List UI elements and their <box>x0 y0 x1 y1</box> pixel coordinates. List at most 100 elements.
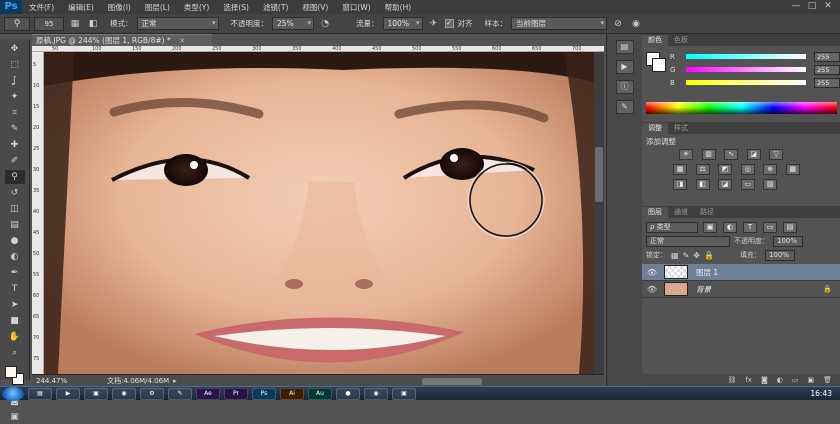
gradient-icon[interactable]: ▤ <box>5 218 25 232</box>
horizontal-scroll-thumb[interactable] <box>422 378 482 385</box>
mode-select[interactable]: 正常 <box>136 17 219 30</box>
taskbar-browser[interactable]: ◉ <box>112 387 136 400</box>
fill-input[interactable]: 100% <box>764 249 795 261</box>
slider-blue[interactable]: B 255 <box>666 76 840 89</box>
zoom-icon[interactable]: ⌕ <box>5 346 25 360</box>
black-white-icon[interactable]: ◩ <box>718 164 733 175</box>
brush-panel-icon[interactable]: ▦ <box>68 17 82 31</box>
invert-icon[interactable]: ◨ <box>673 179 687 190</box>
shape-icon[interactable]: ■ <box>5 314 25 328</box>
tab-adjustments[interactable]: 调整 <box>642 123 668 134</box>
flow-input[interactable]: 100% <box>382 17 423 30</box>
selective-color-icon[interactable]: ▨ <box>763 179 778 190</box>
taskbar-app-au[interactable]: Au <box>308 387 332 400</box>
threshold-icon[interactable]: ◪ <box>718 179 733 190</box>
new-adjustment-icon[interactable]: ◐ <box>777 374 783 386</box>
tab-styles[interactable]: 样式 <box>668 123 694 134</box>
status-menu-icon[interactable]: ▸ <box>173 377 177 385</box>
panel-bg-swatch[interactable] <box>652 58 666 72</box>
slider-green-value[interactable]: 255 <box>814 64 840 75</box>
lock-image-icon[interactable]: ✎ <box>683 251 690 260</box>
brush-panel-icon[interactable]: ✎ <box>615 100 634 114</box>
lock-all-icon[interactable]: 🔒 <box>704 251 714 260</box>
visibility-eye-icon[interactable]: 👁 <box>646 285 658 294</box>
layer-filter-select[interactable]: ρ 类型 <box>646 221 698 233</box>
menu-help[interactable]: 帮助(H) <box>378 2 419 13</box>
magic-wand-icon[interactable]: ✦ <box>5 90 25 104</box>
brush-icon[interactable]: ✐ <box>5 154 25 168</box>
layer-opacity-input[interactable]: 100% <box>773 235 803 247</box>
ignore-adjustment-icon[interactable]: ⊘ <box>611 17 625 31</box>
menu-edit[interactable]: 编辑(E) <box>61 2 101 13</box>
taskbar-explorer[interactable]: ▤ <box>28 387 52 400</box>
clone-source-icon[interactable]: ◧ <box>86 17 100 31</box>
zoom-level[interactable]: 244.47% <box>36 377 67 385</box>
new-layer-icon[interactable]: ▣ <box>807 374 814 386</box>
channel-mixer-icon[interactable]: ⊕ <box>763 164 778 175</box>
blend-mode-select[interactable]: 正常 <box>646 235 730 247</box>
new-group-icon[interactable]: ▭ <box>792 374 799 386</box>
menu-type[interactable]: 类型(Y) <box>177 2 216 13</box>
screen-mode-icon[interactable]: ▣ <box>5 410 25 424</box>
menu-window[interactable]: 窗口(W) <box>335 2 377 13</box>
menu-select[interactable]: 选择(S) <box>216 2 256 13</box>
history-panel-icon[interactable]: ▤ <box>615 40 634 54</box>
layer-row-layer1[interactable]: 👁 图层 1 <box>642 264 840 281</box>
dodge-icon[interactable]: ◐ <box>5 250 25 264</box>
tab-swatches[interactable]: 色板 <box>668 35 694 46</box>
hand-icon[interactable]: ✋ <box>5 330 25 344</box>
type-icon[interactable]: T <box>5 282 25 296</box>
brush-preset-picker[interactable]: 95 <box>34 16 64 31</box>
eraser-icon[interactable]: ◫ <box>5 202 25 216</box>
crop-icon[interactable]: ⌗ <box>5 106 25 120</box>
foreground-color-swatch[interactable] <box>5 366 17 378</box>
aligned-checkbox[interactable]: ✓ <box>444 19 454 28</box>
blur-icon[interactable]: ● <box>5 234 25 248</box>
sample-select[interactable]: 当前图层 <box>511 17 607 30</box>
slider-red[interactable]: R 255 <box>666 50 840 63</box>
marquee-icon[interactable]: ⬚ <box>5 58 25 72</box>
airbrush-icon[interactable]: ✈ <box>427 17 441 31</box>
posterize-icon[interactable]: ◧ <box>695 179 710 190</box>
menu-layer[interactable]: 图层(L) <box>138 2 177 13</box>
healing-brush-icon[interactable]: ✚ <box>5 138 25 152</box>
brightness-icon[interactable]: ☀ <box>679 149 693 160</box>
properties-panel-icon[interactable]: ⓘ <box>615 80 634 94</box>
filter-type-icon[interactable]: T <box>743 221 757 233</box>
gradient-map-icon[interactable]: ▭ <box>740 179 755 190</box>
filter-shape-icon[interactable]: ▭ <box>763 221 777 233</box>
taskbar-app-pr[interactable]: Pr <box>224 387 248 400</box>
slider-blue-track[interactable] <box>686 80 806 85</box>
menu-file[interactable]: 文件(F) <box>22 2 61 13</box>
opacity-input[interactable]: 25% <box>272 17 314 30</box>
pen-icon[interactable]: ✒ <box>5 266 25 280</box>
visibility-eye-icon[interactable]: 👁 <box>646 268 658 277</box>
taskbar-app-ai[interactable]: Ai <box>280 387 304 400</box>
taskbar-capture[interactable]: ▣ <box>392 387 416 400</box>
add-mask-icon[interactable]: ◙ <box>761 374 768 386</box>
slider-blue-value[interactable]: 255 <box>814 77 840 88</box>
minimize-button[interactable]: — <box>790 1 802 12</box>
color-swatches[interactable] <box>4 366 25 388</box>
vertical-scroll-thumb[interactable] <box>595 147 603 202</box>
menu-view[interactable]: 视图(V) <box>295 2 335 13</box>
vibrance-icon[interactable]: ▽ <box>769 149 784 160</box>
link-layers-icon[interactable]: ⛓ <box>727 374 736 386</box>
tab-layers[interactable]: 图层 <box>642 207 668 218</box>
tab-channels[interactable]: 通道 <box>668 207 694 218</box>
color-lookup-icon[interactable]: ▦ <box>785 164 800 175</box>
lasso-icon[interactable]: ʆ <box>5 74 25 88</box>
taskbar-record[interactable]: ● <box>336 387 360 400</box>
vertical-scrollbar[interactable] <box>594 52 604 374</box>
filter-smart-icon[interactable]: ▤ <box>783 221 797 233</box>
menu-image[interactable]: 图像(I) <box>101 2 138 13</box>
close-button[interactable]: ✕ <box>822 1 834 12</box>
hue-saturation-icon[interactable]: ▦ <box>673 164 687 175</box>
taskbar-folder[interactable]: ▣ <box>84 387 108 400</box>
lock-position-icon[interactable]: ✥ <box>693 251 700 260</box>
taskbar-app-ps[interactable]: Ps <box>252 387 276 400</box>
pressure-size-icon[interactable]: ◉ <box>629 17 643 31</box>
layer-row-background[interactable]: 👁 背景 🔒 <box>642 281 840 298</box>
photo-filter-icon[interactable]: ◎ <box>740 164 755 175</box>
restore-button[interactable]: □ <box>806 1 818 12</box>
